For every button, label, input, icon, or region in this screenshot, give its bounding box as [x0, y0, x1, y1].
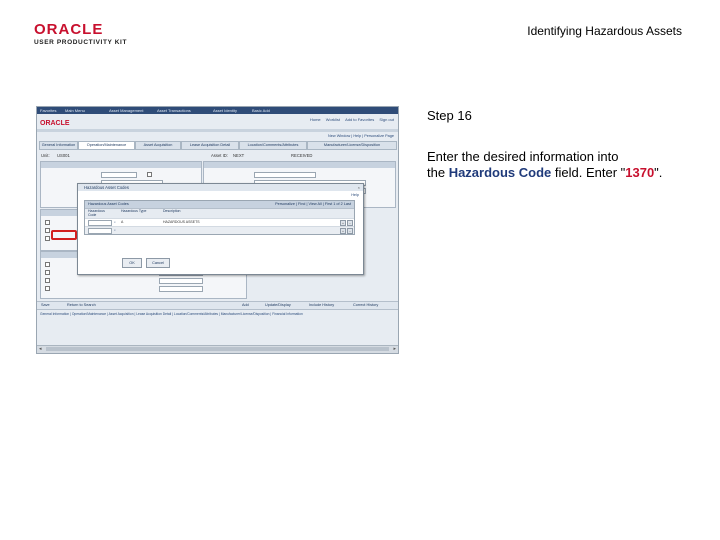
hazardous-codes-modal: Hazardous Asset Codes × Help Hazardous A… [77, 183, 364, 275]
hazardous-code-input[interactable] [88, 228, 112, 234]
checkbox[interactable] [45, 236, 50, 241]
ok-button[interactable]: OK [122, 258, 142, 268]
update-display-button[interactable]: Update/Display [265, 302, 291, 309]
checkbox[interactable] [45, 278, 50, 283]
add-button[interactable]: Add [242, 302, 249, 309]
tab-location-comments[interactable]: Location/Comments/Attributes [239, 141, 307, 150]
hazardous-codes-grid: Hazardous Asset Codes Personalize | Find… [84, 200, 355, 235]
field-highlight-marker [51, 230, 77, 240]
hazardous-type-value: A [121, 220, 124, 224]
field-name: Hazardous Code [448, 165, 552, 180]
instruction-line-1: Enter the desired information into [427, 149, 619, 164]
checkbox[interactable] [45, 220, 50, 225]
unit-label: Unit: [41, 153, 50, 158]
tab-asset-acquisition[interactable]: Asset Acquisition [135, 141, 181, 150]
scrollbar-thumb[interactable] [46, 347, 389, 351]
panel-header [41, 162, 201, 168]
tab-general-information[interactable]: General Information [39, 141, 78, 150]
worklist-link[interactable]: Worklist [326, 117, 340, 122]
instruction-suffix: ". [654, 165, 663, 180]
cancel-button[interactable]: Cancel [146, 258, 170, 268]
horizontal-scrollbar[interactable]: ◂ ▸ [37, 345, 398, 353]
description-value: HAZARDOUS ASSETS [163, 220, 200, 224]
brand-name: ORACLE [34, 21, 104, 38]
checkbox[interactable] [147, 172, 152, 177]
scroll-right-icon[interactable]: ▸ [393, 346, 396, 353]
sign-out-link[interactable]: Sign out [379, 117, 394, 122]
page-toolbar: Save Return to Search Add Update/Display… [37, 301, 398, 310]
checkbox[interactable] [45, 286, 50, 291]
unit-value: US001 [57, 153, 70, 158]
lookup-icon[interactable]: ⌕ [114, 228, 116, 232]
grid-title: Hazardous Asset Codes [88, 202, 129, 206]
page-title: Identifying Hazardous Assets [527, 24, 682, 38]
modal-help-link[interactable]: Help [351, 193, 359, 197]
checkbox[interactable] [45, 270, 50, 275]
table-row: ⌕ + − [85, 226, 354, 234]
menu-item-main-menu[interactable]: Main Menu [65, 108, 85, 113]
menu-item-basic-add[interactable]: Basic Add [252, 108, 270, 113]
menu-bar: Favorites Main Menu Asset Management Ass… [37, 107, 398, 114]
checkbox[interactable] [45, 228, 50, 233]
page-links: New Window | Help | Personalize Page [328, 134, 394, 138]
tab-manufacturer-license[interactable]: Manufacturer/License/Disposition [307, 141, 397, 150]
grid-navigation[interactable]: Personalize | Find | View All | First 1 … [275, 201, 351, 208]
col-hazardous-type[interactable]: Hazardous Type [121, 209, 146, 214]
instruction-prefix: the [427, 165, 449, 180]
lookup-icon[interactable]: ⌕ [114, 220, 116, 224]
close-icon[interactable]: × [358, 184, 360, 191]
asset-id-value: NEXT [233, 153, 245, 158]
page-tabs: General Information Operation/Maintenanc… [39, 141, 397, 150]
delete-row-button[interactable]: − [347, 228, 353, 234]
help-link[interactable]: Help [353, 134, 361, 138]
table-row: ⌕ A HAZARDOUS ASSETS + − [85, 218, 354, 226]
application-screenshot: Favorites Main Menu Asset Management Ass… [36, 106, 399, 354]
include-history-button[interactable]: Include History [309, 302, 334, 309]
correct-history-button[interactable]: Correct History [353, 302, 378, 309]
modal-title: Hazardous Asset Codes [78, 184, 363, 191]
menu-item-asset-transactions[interactable]: Asset Transactions [157, 108, 191, 113]
col-description[interactable]: Description [163, 209, 181, 214]
field-input[interactable] [254, 172, 316, 178]
brand-subtitle: USER PRODUCTIVITY KIT [34, 39, 128, 46]
checkbox[interactable] [45, 262, 50, 267]
field-input[interactable] [159, 286, 203, 292]
personalize-page-link[interactable]: Personalize Page [364, 134, 394, 138]
instruction-mid: field. Enter " [551, 165, 626, 180]
add-row-button[interactable]: + [340, 228, 346, 234]
menu-item-asset-identity[interactable]: Asset Identity [213, 108, 237, 113]
top-links: Home Worklist Add to Favorites Sign out [306, 117, 394, 122]
col-hazardous-code[interactable]: Hazardous Code [88, 209, 114, 218]
home-link[interactable]: Home [310, 117, 321, 122]
asset-id-label: Asset ID: [211, 153, 228, 158]
new-window-link[interactable]: New Window [328, 134, 350, 138]
oracle-upk-logo: ORACLE USER PRODUCTIVITY KIT [34, 22, 127, 46]
entry-value: 1370 [625, 165, 655, 180]
add-favorites-link[interactable]: Add to Favorites [345, 117, 374, 122]
grid-column-headers: Hazardous Code Hazardous Type Descriptio… [85, 208, 354, 218]
menu-item-asset-management[interactable]: Asset Management [109, 108, 143, 113]
tab-lease-acquisition[interactable]: Lease Acquisition Detail [181, 141, 239, 150]
step-instructions: Enter the desired information into the H… [427, 149, 697, 181]
step-number: Step 16 [427, 108, 472, 123]
asset-status: RECEIVED [291, 153, 313, 158]
grid-title-bar: Hazardous Asset Codes Personalize | Find… [85, 201, 354, 208]
footer-tab-links[interactable]: General Information | Operation/Maintena… [40, 312, 395, 316]
header-divider [37, 129, 398, 132]
field-input[interactable] [159, 278, 203, 284]
save-button[interactable]: Save [41, 302, 50, 309]
tab-operation-maintenance[interactable]: Operation/Maintenance [78, 141, 135, 150]
panel-header [204, 162, 395, 168]
menu-item-favorites[interactable]: Favorites [40, 108, 56, 113]
field-input[interactable] [101, 172, 137, 178]
app-brand-logo: ORACLE [40, 120, 70, 127]
scroll-left-icon[interactable]: ◂ [39, 346, 42, 353]
return-to-search-button[interactable]: Return to Search [67, 302, 96, 309]
